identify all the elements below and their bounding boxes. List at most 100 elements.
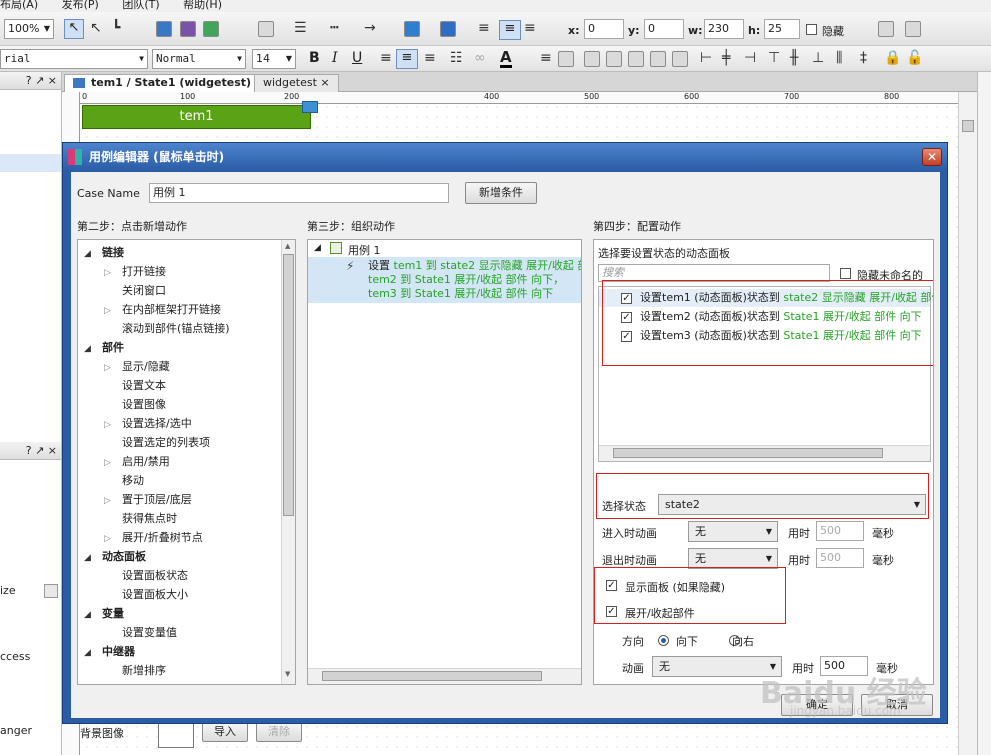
expand-arrow-icon[interactable]: ▷: [104, 268, 122, 278]
font-color-icon[interactable]: A: [500, 49, 512, 68]
expand-arrow-icon[interactable]: ▷: [104, 420, 122, 430]
distribute-h-icon[interactable]: ⫼: [836, 50, 842, 66]
action-item[interactable]: ▷ 启用/禁用: [104, 453, 170, 469]
x-input[interactable]: 0: [584, 19, 624, 39]
shadow-icon[interactable]: [440, 21, 456, 37]
add-condition-button[interactable]: 新增条件: [465, 182, 537, 204]
collapse-case-icon[interactable]: ◢: [314, 243, 321, 253]
w-input[interactable]: 230: [704, 19, 744, 39]
close-icon[interactable]: ×: [48, 444, 57, 457]
enter-anim-dropdown[interactable]: 无 ▼: [688, 521, 778, 542]
bring-front-icon[interactable]: [606, 51, 622, 67]
expand-arrow-icon[interactable]: ▷: [104, 534, 122, 544]
tab-close-icon[interactable]: ×: [320, 76, 329, 89]
zoom-select[interactable]: 100% ▼: [4, 19, 54, 39]
connector-tool-icon[interactable]: ┗: [112, 20, 120, 36]
padding-icon[interactable]: ≡: [478, 20, 490, 36]
expand-arrow-icon[interactable]: ▷: [104, 458, 122, 468]
align-toggle-icon[interactable]: ≡: [499, 20, 521, 40]
action-item[interactable]: ▷ 显示/隐藏: [104, 358, 170, 374]
organize-hscrollbar[interactable]: [308, 668, 581, 684]
exit-duration-input[interactable]: 500: [816, 548, 864, 568]
h-input[interactable]: 25: [764, 19, 800, 39]
action-item[interactable]: 设置文本: [104, 377, 166, 393]
action-row-selected[interactable]: ⚡ 设置 tem1 到 state2 显示隐藏 展开/收起 部 tem2 到 St…: [308, 257, 581, 303]
ungroup-icon[interactable]: [584, 51, 600, 67]
action-group[interactable]: ◢ 动态面板: [84, 548, 146, 564]
panel-list-hscrollbar[interactable]: [599, 445, 930, 461]
action-group[interactable]: ◢ 链接: [84, 244, 124, 260]
pin-icon[interactable]: ↗: [35, 74, 44, 87]
pointer-tool-icon[interactable]: ↖: [64, 19, 84, 39]
hidden-checkbox[interactable]: [806, 24, 817, 35]
text-valign-icon[interactable]: ≡: [540, 50, 552, 66]
font-size-select[interactable]: 14 ▼: [252, 49, 296, 69]
scroll-down-icon[interactable]: ▼: [285, 670, 290, 678]
canvas-vscroll-thumb[interactable]: [962, 120, 974, 132]
scroll-up-icon[interactable]: ▲: [285, 242, 290, 250]
action-item[interactable]: ▷ 打开链接: [104, 263, 166, 279]
connector-pointer-icon[interactable]: ↖: [90, 20, 102, 36]
help-icon[interactable]: ?: [26, 74, 32, 87]
dynamic-panel-widget[interactable]: tem1: [82, 105, 311, 129]
more-icon[interactable]: ≡: [524, 20, 536, 36]
enter-duration-input[interactable]: 500: [816, 521, 864, 541]
actions-vscrollbar[interactable]: ▲ ▼: [281, 240, 295, 684]
clear-button[interactable]: 清除: [256, 722, 302, 742]
bullet-icon[interactable]: ☷: [450, 50, 463, 66]
tab-widgetest[interactable]: widgetest ×: [254, 74, 339, 92]
collapse-arrow-icon[interactable]: ◢: [84, 553, 102, 563]
action-item[interactable]: 获得焦点时: [104, 510, 177, 526]
align-objects-bottom-icon[interactable]: ⊥: [812, 50, 824, 66]
hide-unnamed-checkbox[interactable]: [840, 268, 851, 279]
underline-icon[interactable]: U: [352, 50, 362, 66]
align-objects-center-icon[interactable]: ╪: [722, 50, 730, 66]
preview-icon[interactable]: [156, 21, 172, 37]
tab-tem1-state1[interactable]: tem1 / State1 (widgetest) ×: [64, 74, 274, 92]
share-icon[interactable]: [180, 21, 196, 37]
menu-team[interactable]: 团队(T): [122, 0, 159, 11]
panel-list-hscroll-thumb[interactable]: [613, 448, 883, 458]
import-button[interactable]: 导入: [202, 722, 248, 742]
action-item[interactable]: 新增排序: [104, 662, 166, 678]
expand-arrow-icon[interactable]: ▷: [104, 306, 122, 316]
close-icon[interactable]: ×: [48, 74, 57, 87]
collapse-arrow-icon[interactable]: ◢: [84, 610, 102, 620]
action-item[interactable]: 设置面板大小: [104, 586, 188, 602]
exit-anim-dropdown[interactable]: 无 ▼: [688, 548, 778, 569]
action-item[interactable]: ▷ 置于顶层/底层: [104, 491, 192, 507]
font-style-select[interactable]: Normal ▼: [152, 49, 246, 69]
action-item[interactable]: 滚动到部件(锚点链接): [104, 320, 230, 336]
align-left-icon[interactable]: ≡: [380, 50, 392, 66]
action-item[interactable]: 设置面板状态: [104, 567, 188, 583]
pin-icon[interactable]: ↗: [35, 444, 44, 457]
direction-down-radio[interactable]: [658, 634, 669, 646]
align-objects-middle-icon[interactable]: ╫: [790, 50, 798, 66]
actions-vscroll-thumb[interactable]: [283, 254, 294, 516]
action-item[interactable]: 设置选定的列表项: [104, 434, 210, 450]
border-color-icon[interactable]: [258, 21, 274, 37]
line-style-icon[interactable]: ┅: [330, 20, 338, 36]
action-item[interactable]: ▷ 展开/折叠树节点: [104, 529, 203, 545]
selected-page-row[interactable]: [0, 154, 61, 172]
arrow-style-icon[interactable]: →: [364, 20, 376, 36]
expand-arrow-icon[interactable]: ▷: [104, 496, 122, 506]
case-name-input[interactable]: 用例 1: [149, 183, 449, 203]
move-up-icon[interactable]: [878, 21, 894, 37]
action-item[interactable]: 设置图像: [104, 396, 166, 412]
align-objects-left-icon[interactable]: ⊢: [700, 50, 712, 66]
action-item[interactable]: 设置变量值: [104, 624, 177, 640]
help-icon[interactable]: ?: [26, 444, 32, 457]
collapse-arrow-icon[interactable]: ◢: [84, 249, 102, 259]
publish-icon[interactable]: [203, 21, 219, 37]
dialog-title-bar[interactable]: 用例编辑器 (鼠标单击时): [63, 143, 947, 171]
menu-help[interactable]: 帮助(H): [183, 0, 222, 11]
bold-icon[interactable]: B: [309, 50, 320, 66]
action-item[interactable]: 关闭窗口: [104, 282, 166, 298]
action-item[interactable]: ▷ 设置选择/选中: [104, 415, 192, 431]
action-group[interactable]: ◢ 部件: [84, 339, 124, 355]
collapse-arrow-icon[interactable]: ◢: [84, 648, 102, 658]
action-item[interactable]: ▷ 在内部框架打开链接: [104, 301, 221, 317]
menu-layout[interactable]: 布局(A): [0, 0, 38, 11]
panel-scroll-thumb[interactable]: [44, 584, 58, 598]
